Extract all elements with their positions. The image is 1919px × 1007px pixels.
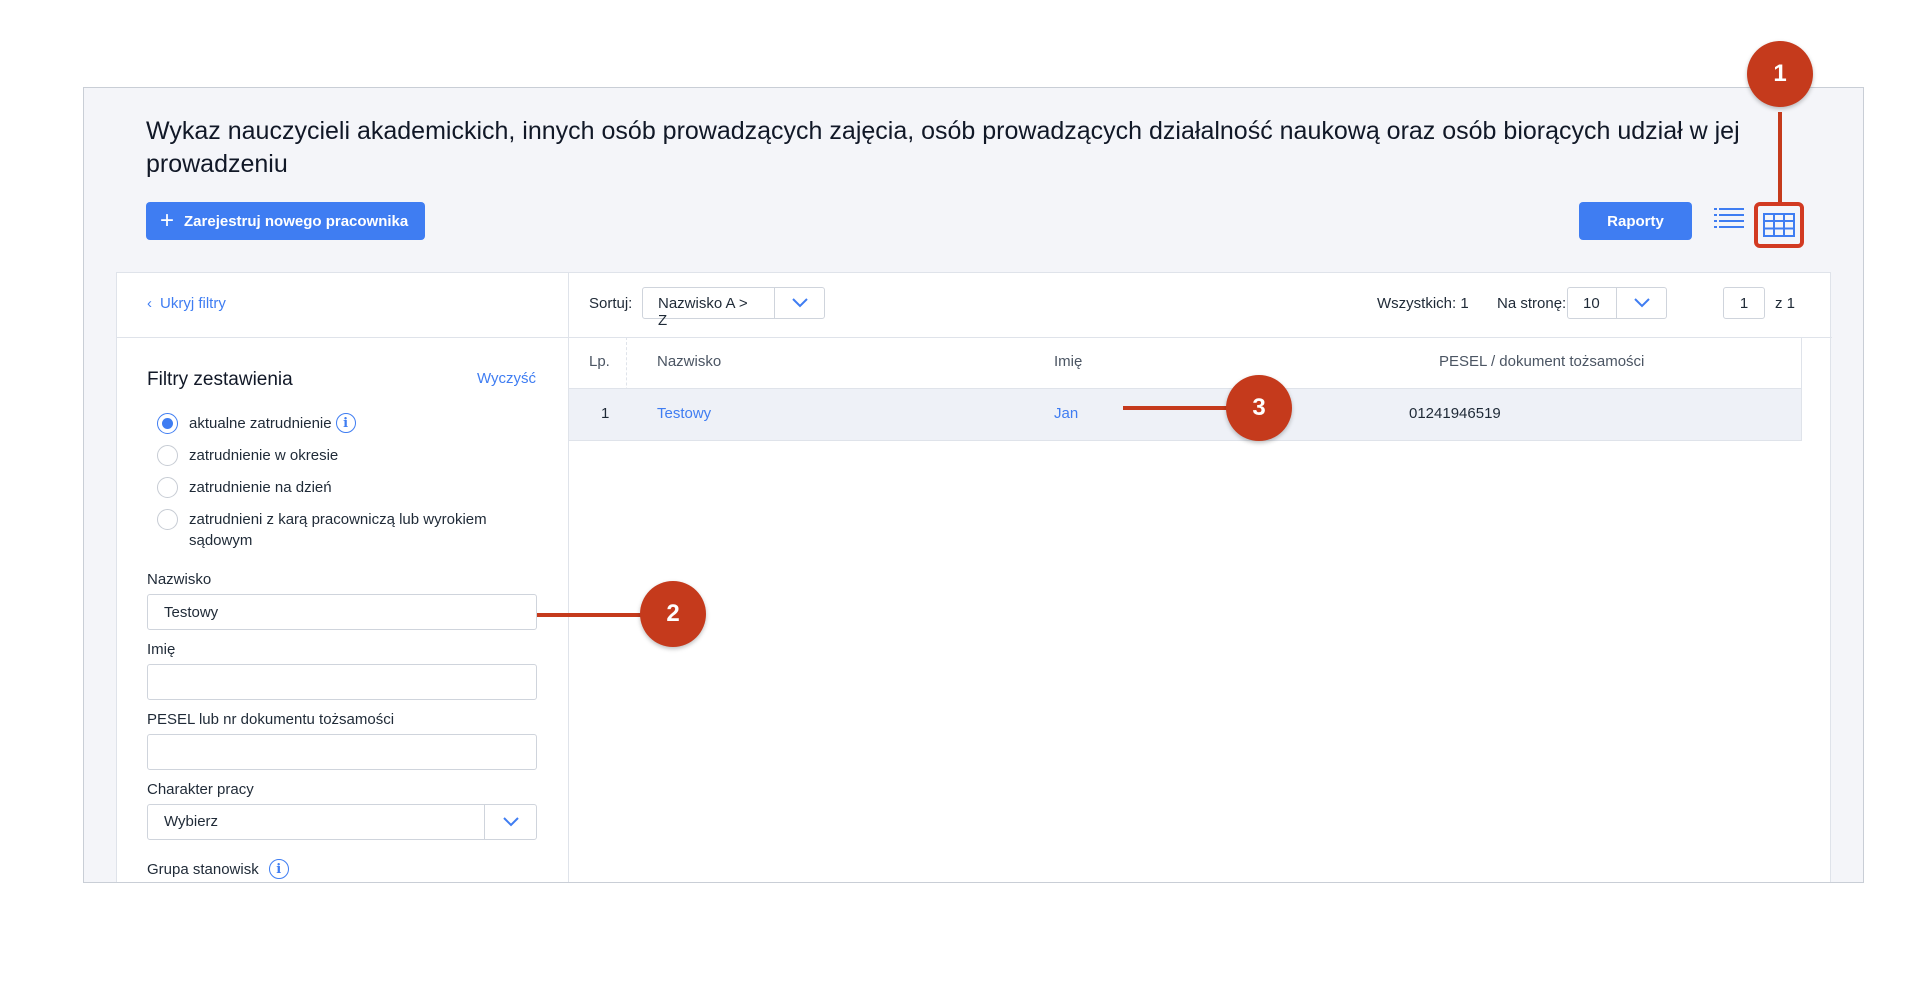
radio-button[interactable] [157, 509, 178, 530]
register-employee-label: Zarejestruj nowego pracownika [184, 212, 409, 230]
chevron-down-icon[interactable] [774, 288, 824, 318]
pesel-input[interactable] [147, 734, 537, 770]
radio-button[interactable] [157, 477, 178, 498]
page-title: Wykaz nauczycieli akademickich, innych o… [146, 117, 1740, 178]
radio-label: zatrudnienie w okresie [189, 447, 339, 464]
table-row[interactable]: 1 Testowy Jan 01241946519 [569, 389, 1802, 441]
chevron-down-icon[interactable] [484, 805, 536, 839]
position-group-text: Grupa stanowisk [147, 860, 259, 878]
radio-label: zatrudnieni z karą pracowniczą lub wyrok… [189, 511, 487, 549]
work-type-label: Charakter pracy [147, 781, 254, 798]
work-type-value: Wybierz [164, 813, 219, 830]
radio-current-employment[interactable]: aktualne zatrudnienie i [157, 413, 356, 434]
filters-title: Filtry zestawienia [147, 369, 293, 390]
name-input[interactable] [147, 664, 537, 700]
pesel-label: PESEL lub nr dokumentu tożsamości [147, 711, 395, 728]
sort-value: Nazwisko A > Z [658, 295, 748, 329]
per-page-label: Na stronę: [1497, 295, 1567, 312]
filters-sidebar: ‹ Ukryj filtry Filtry zestawienia Wyczyść… [117, 273, 569, 882]
radio-button[interactable] [157, 413, 178, 434]
table-view-icon [1763, 213, 1795, 237]
hide-filters-link[interactable]: ‹ Ukryj filtry [147, 295, 226, 312]
register-employee-button[interactable]: + Zarejestruj nowego pracownika [146, 202, 425, 240]
table-view-button[interactable] [1754, 202, 1804, 248]
cell-lp: 1 [601, 405, 610, 422]
callout-badge-1: 1 [1747, 41, 1813, 107]
chevron-down-icon[interactable] [1616, 288, 1666, 318]
clear-filters-link[interactable]: Wyczyść [477, 370, 536, 387]
surname-label: Nazwisko [147, 571, 212, 588]
column-header-surname[interactable]: Nazwisko [657, 353, 721, 370]
callout-line [1123, 406, 1228, 410]
name-label: Imię [147, 641, 176, 658]
sort-select[interactable]: Nazwisko A > Z [642, 287, 825, 329]
radio-employment-period[interactable]: zatrudnienie w okresie [157, 445, 338, 466]
table-header: Lp. Nazwisko Imię PESEL / dokument tożsa… [569, 337, 1802, 389]
employees-table: Lp. Nazwisko Imię PESEL / dokument tożsa… [569, 337, 1802, 441]
radio-button[interactable] [157, 445, 178, 466]
app-frame: Wykaz nauczycieli akademickich, innych o… [83, 87, 1864, 883]
page-number-input[interactable] [1723, 287, 1765, 319]
column-header-name[interactable]: Imię [1054, 353, 1082, 370]
cell-pesel: 01241946519 [1409, 405, 1501, 422]
plus-icon: + [160, 207, 175, 234]
info-icon[interactable]: i [335, 413, 356, 433]
sort-label: Sortuj: [589, 295, 633, 312]
callout-line [1778, 112, 1782, 202]
column-header-lp: Lp. [589, 353, 610, 370]
cell-surname-link[interactable]: Testowy [657, 405, 711, 422]
callout-badge-2: 2 [640, 581, 706, 647]
total-count: Wszystkich: 1 [1377, 295, 1469, 312]
callout-badge-3: 3 [1226, 375, 1292, 441]
callout-line [537, 613, 642, 617]
surname-input[interactable] [147, 594, 537, 630]
radio-employment-date[interactable]: zatrudnienie na dzień [157, 477, 332, 498]
cell-name-link[interactable]: Jan [1054, 405, 1078, 422]
radio-label: aktualne zatrudnienie [189, 415, 332, 432]
per-page-value: 10 [1583, 295, 1600, 312]
content-panel: ‹ Ukryj filtry Filtry zestawienia Wyczyść… [116, 272, 1832, 882]
reports-button[interactable]: Raporty [1579, 202, 1692, 240]
per-page-select[interactable]: 10 [1567, 287, 1667, 319]
divider [117, 337, 569, 338]
hide-filters-label: Ukryj filtry [160, 295, 226, 312]
chevron-left-icon: ‹ [147, 295, 152, 312]
radio-label: zatrudnienie na dzień [189, 479, 332, 496]
info-icon[interactable]: i [268, 859, 289, 879]
work-type-select[interactable]: Wybierz [147, 804, 537, 840]
radio-penalty[interactable]: zatrudnieni z karą pracowniczą lub wyrok… [157, 509, 517, 551]
list-view-icon[interactable] [1714, 206, 1744, 232]
position-group-label: Grupa stanowisk i [147, 859, 289, 879]
page-total: z 1 [1775, 295, 1796, 312]
column-header-pesel[interactable]: PESEL / dokument tożsamości [1439, 353, 1644, 370]
